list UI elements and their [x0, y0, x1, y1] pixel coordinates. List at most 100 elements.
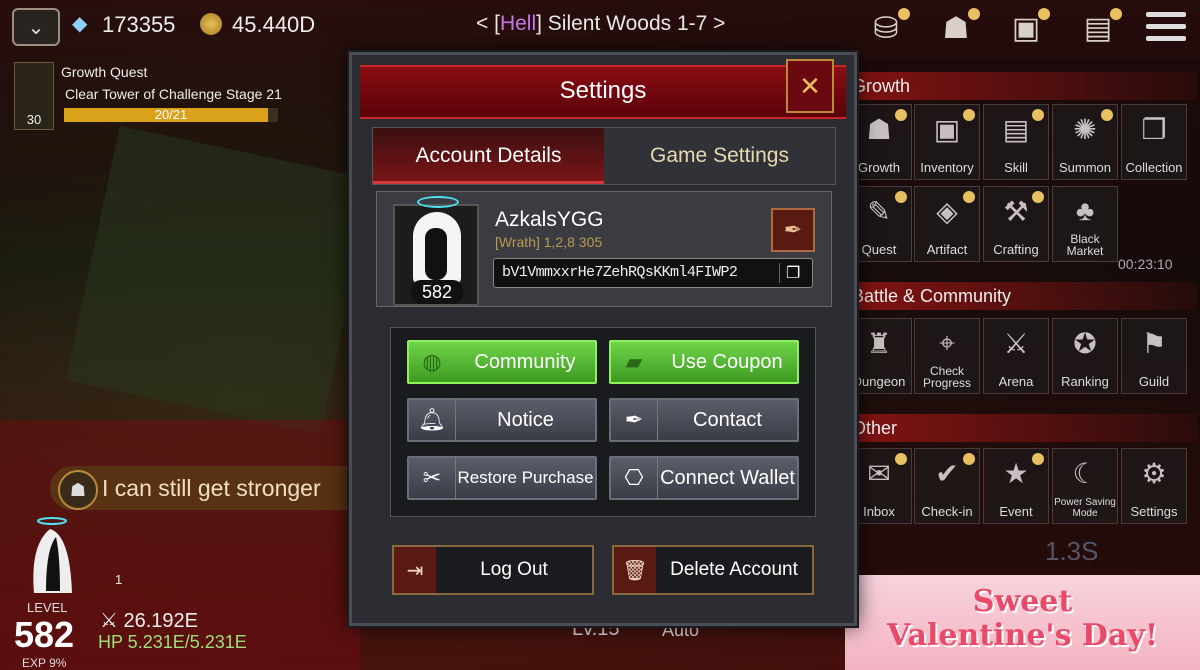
menu-summon[interactable]: ✺ Summon: [1052, 104, 1118, 180]
notice-button[interactable]: 🔔︎ Notice: [407, 398, 597, 442]
collapse-button[interactable]: ⌄: [12, 8, 60, 46]
notice-label: Notice: [497, 408, 554, 431]
valentine-text: Sweet Valentine's Day!: [845, 585, 1200, 653]
quest-level: 30: [26, 112, 42, 127]
moon-icon: ☾: [1072, 458, 1098, 489]
stage-name: ] Silent Woods 1-7 >: [536, 12, 726, 35]
banner-line-2: Valentine's Day!: [887, 618, 1158, 653]
tab-game-settings[interactable]: Game Settings: [604, 128, 835, 184]
menu-inventory[interactable]: ▣ Inventory: [914, 104, 980, 180]
menu-label: Check-in: [921, 504, 973, 519]
menu-label: Summon: [1058, 160, 1112, 175]
level-label: LEVEL: [27, 600, 68, 615]
tab-account-details[interactable]: Account Details: [373, 128, 604, 184]
menu-check-in[interactable]: ✔ Check-in: [914, 448, 980, 524]
banner-line-1: Sweet: [972, 584, 1073, 619]
growth-quest[interactable]: 30 Growth Quest Clear Tower of Challenge…: [14, 62, 304, 130]
crossed-swords-icon: ⚔: [1003, 328, 1029, 359]
notification-dot: [1038, 8, 1050, 20]
menu-black-market[interactable]: ♣ Black Market: [1052, 186, 1118, 262]
notification-dot: [895, 191, 907, 203]
speech-text: I can still get stronger: [102, 475, 321, 501]
progress-icon: ⌖: [939, 327, 955, 358]
sword-icon: ⚔: [100, 610, 124, 632]
notification-dot: [1110, 8, 1122, 20]
exp-label: EXP 9%: [22, 656, 67, 670]
notification-dot: [968, 8, 980, 20]
copy-icon[interactable]: ❐: [779, 263, 806, 283]
menu-label: Guild: [1138, 374, 1170, 389]
menu-skill[interactable]: ▤ Skill: [983, 104, 1049, 180]
notification-dot: [1032, 109, 1044, 121]
notification-dot: [1101, 109, 1113, 121]
connect-wallet-button[interactable]: ⎔ Connect Wallet: [609, 456, 799, 500]
gold-count: 45.440D: [232, 12, 316, 37]
minion-count: 1: [115, 572, 123, 587]
menu-label: Crafting: [993, 242, 1039, 257]
player-hp: HP 5.231E/5.231E: [98, 632, 247, 652]
wallet-chain-icon: ⎔: [611, 456, 658, 500]
close-button[interactable]: ✕: [786, 59, 834, 113]
chevron-double-down-icon: ⌄: [27, 16, 45, 39]
player-level: 582: [14, 614, 75, 655]
contact-button[interactable]: ✒ Contact: [609, 398, 799, 442]
notification-dot: [1032, 453, 1044, 465]
inventory-icon[interactable]: ▣: [1000, 6, 1052, 50]
treasure-icon[interactable]: ⛁: [860, 6, 912, 50]
log-out-button[interactable]: ⇥ Log Out: [392, 545, 594, 595]
combat-power-value: 26.192E: [123, 610, 199, 632]
menu-label: Artifact: [926, 242, 968, 257]
use-coupon-label: Use Coupon: [671, 350, 783, 373]
wallet-address-field[interactable]: bV1VmmxxrHe7ZehRQsKKml4FIWP2 ❐: [493, 258, 813, 288]
restore-purchase-button[interactable]: ✂ Restore Purchase: [407, 456, 597, 500]
top-hud: ⌄ ◆ 173355 45.440D < [Hell] Silent Woods…: [0, 0, 1200, 52]
menu-arena[interactable]: ⚔ Arena: [983, 318, 1049, 394]
crossed-close-icon: ✕: [799, 70, 821, 101]
connect-wallet-label: Connect Wallet: [660, 466, 795, 489]
community-button[interactable]: ◍ Community: [407, 340, 597, 384]
gem-count: 173355: [102, 12, 176, 37]
laurel-icon: ✪: [1073, 328, 1097, 359]
edit-name-button[interactable]: ✒: [771, 208, 815, 252]
contact-label: Contact: [693, 408, 762, 431]
hood-icon: ☗: [58, 470, 98, 510]
avatar-level: 582: [411, 280, 463, 304]
menu-guild[interactable]: ⚑ Guild: [1121, 318, 1187, 394]
speech-bubble: ☗ I can still get stronger: [50, 466, 350, 510]
menu-collection[interactable]: ❐ Collection: [1121, 104, 1187, 180]
menu-ranking[interactable]: ✪ Ranking: [1052, 318, 1118, 394]
ticket-icon: ▰: [625, 349, 643, 374]
menu-power-saving[interactable]: ☾ Power Saving Mode: [1052, 448, 1118, 524]
menu-event[interactable]: ★ Event: [983, 448, 1049, 524]
menu-label: Settings: [1130, 504, 1178, 519]
menu-label: Collection: [1125, 160, 1183, 175]
delete-account-button[interactable]: 🗑︎ Delete Account: [612, 545, 814, 595]
trash-icon: 🗑︎: [614, 547, 656, 593]
quest-progress-bar: 20/21: [64, 107, 278, 122]
dialog-header: Settings ✕: [360, 59, 846, 119]
event-timer: 00:23:10: [1118, 256, 1173, 272]
avatar: 582: [393, 196, 479, 306]
menu-label: Arena: [998, 374, 1034, 389]
stage-difficulty: Hell: [499, 12, 537, 35]
community-label: Community: [474, 350, 576, 373]
menu-artifact[interactable]: ◈ Artifact: [914, 186, 980, 262]
use-coupon-button[interactable]: ▰ Use Coupon: [609, 340, 799, 384]
skill-book-icon[interactable]: ▤: [1072, 6, 1124, 50]
menu-crafting[interactable]: ⚒ Crafting: [983, 186, 1049, 262]
notification-dot: [1032, 191, 1044, 203]
notification-dot: [895, 453, 907, 465]
hamburger-menu-icon[interactable]: [1146, 12, 1186, 46]
menu-check-progress[interactable]: ⌖ Check Progress: [914, 318, 980, 394]
settings-tabs: Account Details Game Settings: [372, 127, 836, 185]
player-avatar[interactable]: [20, 515, 80, 595]
stage-prefix: < [: [476, 12, 500, 35]
character-icon[interactable]: ☗: [930, 6, 982, 50]
gold-coin-icon: [200, 13, 222, 35]
valentine-banner[interactable]: Sweet Valentine's Day!: [845, 575, 1200, 670]
stage-title[interactable]: < [Hell] Silent Woods 1-7 >: [476, 12, 725, 36]
notification-dot: [963, 191, 975, 203]
notification-dot: [898, 8, 910, 20]
menu-settings[interactable]: ⚙ Settings: [1121, 448, 1187, 524]
notification-dot: [895, 109, 907, 121]
